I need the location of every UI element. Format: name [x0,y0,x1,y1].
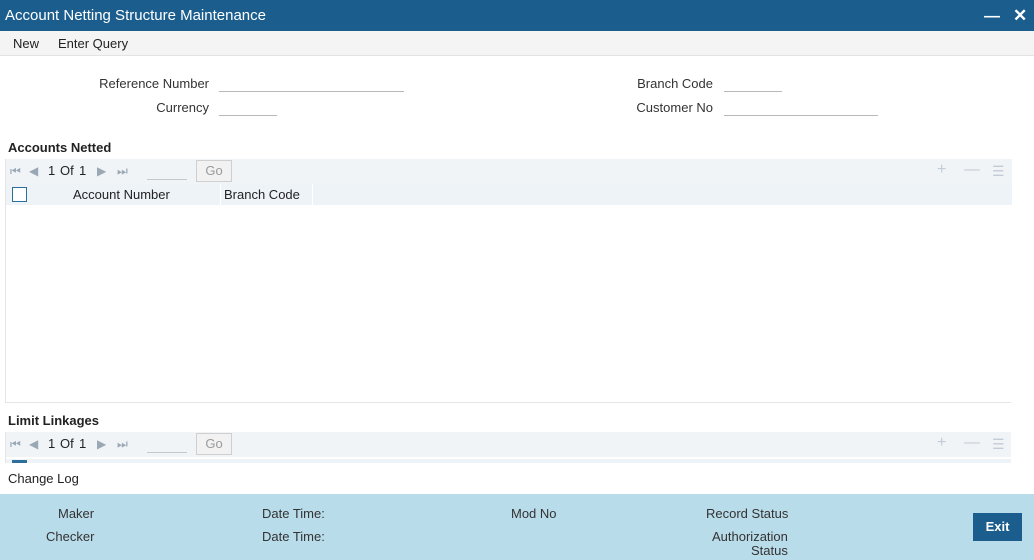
total-pages: 1 [79,163,87,178]
current-page: 1 [48,436,56,451]
checker-label: Checker [46,529,95,544]
limit-linkages-title: Limit Linkages [8,413,100,428]
window-titlebar: Account Netting Structure Maintenance — … [0,0,1034,31]
column-settings-icon[interactable]: ☰ [992,436,1005,453]
page-number-input[interactable] [147,162,187,180]
add-row-icon[interactable]: + [937,434,946,452]
last-page-icon[interactable]: ⏭ [117,437,128,452]
maker-date-time-label: Date Time: [262,506,325,521]
delete-row-icon[interactable]: — [964,161,980,179]
next-page-icon[interactable]: ▶ [97,437,106,451]
first-page-icon[interactable]: ⏮ [10,164,21,179]
record-status-label: Record Status [706,506,789,521]
go-button[interactable]: Go [196,160,232,182]
change-log-bar: Change Log [0,463,1034,494]
mod-no-label: Mod No [511,506,557,521]
previous-page-icon[interactable]: ◀ [29,437,38,451]
close-icon[interactable]: ✕ [1013,6,1027,26]
limit-linkages-toolbar: ⏮ ◀ 1 Of 1 ▶ ⏭ Go + — ☰ [6,432,1011,457]
go-button[interactable]: Go [196,433,232,455]
page-of-label: Of [60,163,74,178]
checker-date-time-label: Date Time: [262,529,325,544]
exit-button[interactable]: Exit [973,513,1022,541]
accounts-netted-header: Account Number Branch Code [6,184,1012,205]
new-menu-item[interactable]: New [13,36,39,51]
accounts-netted-title: Accounts Netted [8,140,112,155]
last-page-icon[interactable]: ⏭ [117,164,128,179]
enter-query-menu-item[interactable]: Enter Query [58,36,128,51]
add-row-icon[interactable]: + [937,161,946,179]
maker-label: Maker [58,506,95,521]
reference-number-field[interactable] [219,76,404,92]
audit-footer: Maker Checker Date Time: Date Time: Mod … [0,494,1034,560]
reference-number-label: Reference Number [99,76,209,91]
currency-field[interactable] [219,100,277,116]
authorization-label: Authorization [712,529,788,544]
page-of-label: Of [60,436,74,451]
account-number-column-header[interactable]: Account Number [34,184,221,205]
total-pages: 1 [79,436,87,451]
delete-row-icon[interactable]: — [964,434,980,452]
branch-code-column-header[interactable]: Branch Code [221,184,313,205]
page-number-input[interactable] [147,435,187,453]
current-page: 1 [48,163,56,178]
select-all-checkbox[interactable] [12,187,27,202]
minimize-icon[interactable]: — [984,8,1000,26]
previous-page-icon[interactable]: ◀ [29,164,38,178]
column-settings-icon[interactable]: ☰ [992,163,1005,180]
accounts-netted-toolbar: ⏮ ◀ 1 Of 1 ▶ ⏭ Go + — ☰ [6,159,1012,184]
customer-no-label: Customer No [636,100,713,115]
first-page-icon[interactable]: ⏮ [10,437,21,452]
next-page-icon[interactable]: ▶ [97,164,106,178]
change-log-link[interactable]: Change Log [8,471,79,486]
currency-label: Currency [156,100,209,115]
limit-linkages-grid: ⏮ ◀ 1 Of 1 ▶ ⏭ Go + — ☰ [5,432,1011,463]
customer-no-field[interactable] [724,100,878,116]
menubar: New Enter Query [0,31,1034,56]
authorization-status-label: Status [751,543,788,558]
accounts-netted-grid: ⏮ ◀ 1 Of 1 ▶ ⏭ Go + — ☰ Account Number B… [5,159,1012,403]
window-title: Account Netting Structure Maintenance [5,7,266,24]
branch-code-label: Branch Code [637,76,713,91]
branch-code-field[interactable] [724,76,782,92]
